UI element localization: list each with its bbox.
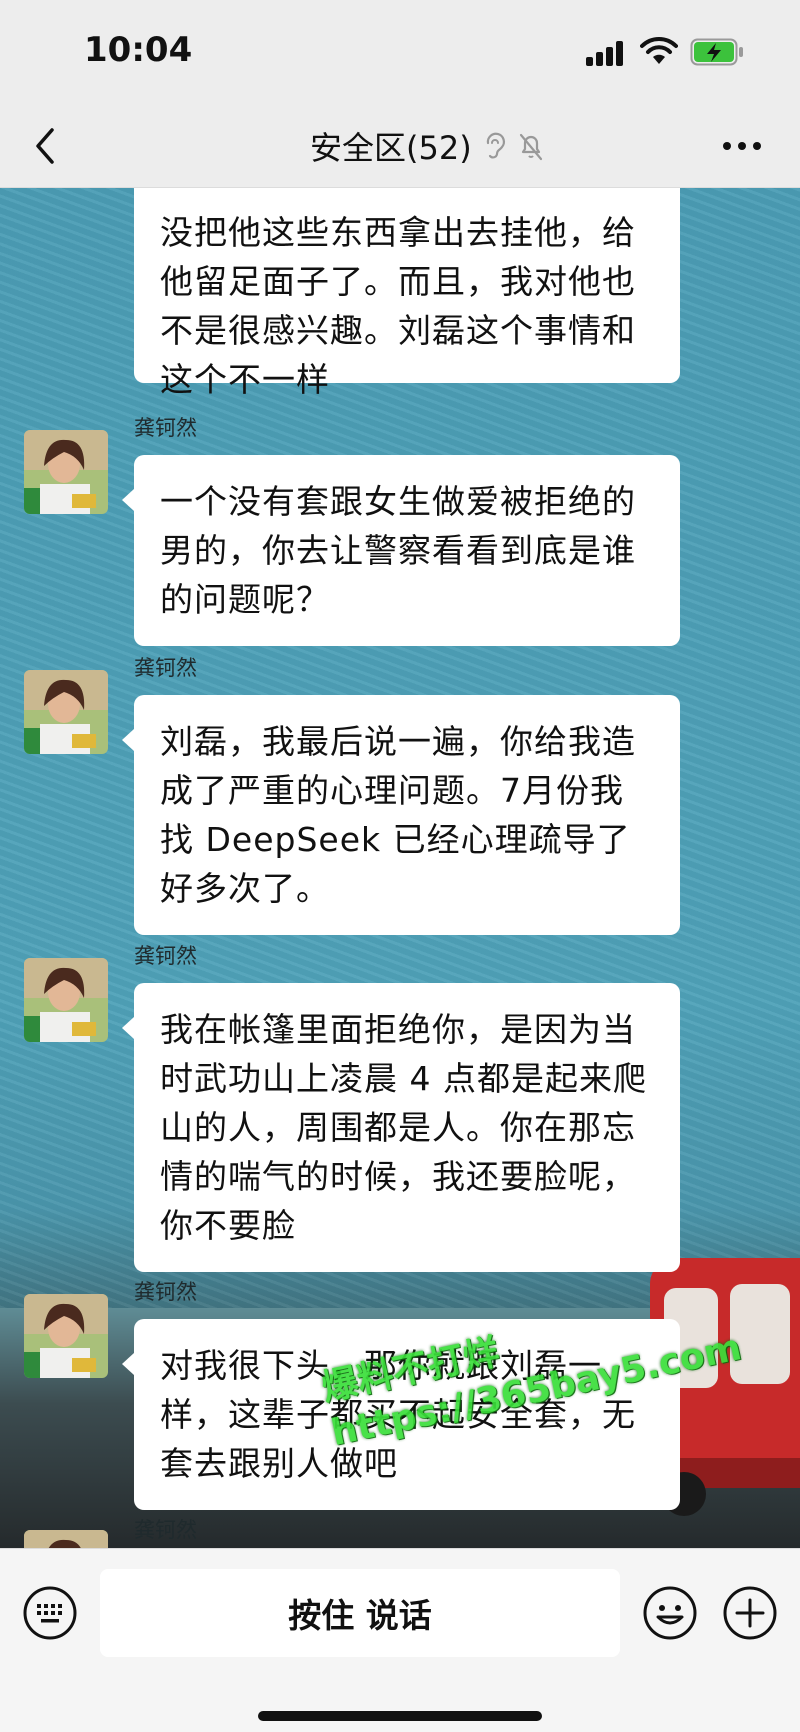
message-bubble[interactable]: 一个没有套跟女生做爱被拒绝的男的，你去让警察看看到底是谁的问题呢？: [122, 455, 680, 646]
sender-name: 龚钶然: [134, 416, 197, 440]
home-indicator[interactable]: [258, 1711, 542, 1721]
ear-icon: [486, 132, 505, 159]
message-bubble[interactable]: 刘磊，我最后说一遍，你给我造成了严重的心理问题。7月份我找 DeepSeek 已…: [122, 695, 680, 935]
message-text: 没把他这些东西拿出去挂他，给他留足面子了。而且，我对他也不是很感兴趣。刘磊这个事…: [160, 213, 636, 399]
sender-name: 龚钶然: [134, 944, 197, 968]
avatar-photo-icon: [24, 430, 108, 514]
mute-bell-icon: [519, 133, 542, 161]
message-bubble[interactable]: 没把他这些东西拿出去挂他，给他留足面子了。而且，我对他也不是很感兴趣。刘磊这个事…: [134, 188, 680, 399]
avatar-photo-icon: [24, 1530, 108, 1548]
chat-title: 安全区(52): [310, 129, 472, 167]
message-text: 我在帐篷里面拒绝你，是因为当时武功山上凌晨 4 点都是起来爬山的人，周围都是人。…: [160, 1010, 647, 1245]
chat-header: 安全区(52): [0, 104, 800, 188]
sender-name: 龚钶然: [134, 656, 197, 680]
chevron-left-icon[interactable]: [30, 124, 60, 168]
avatar[interactable]: [24, 1294, 108, 1378]
avatar[interactable]: [24, 430, 108, 514]
status-bar: 10:04: [0, 0, 800, 104]
wifi-icon: [640, 36, 678, 64]
message-bubble[interactable]: 我在帐篷里面拒绝你，是因为当时武功山上凌晨 4 点都是起来爬山的人，周围都是人。…: [122, 983, 680, 1272]
keyboard-icon[interactable]: [22, 1585, 78, 1641]
avatar[interactable]: [24, 958, 108, 1042]
battery-charging-icon: [690, 38, 743, 66]
avatar-photo-icon: [24, 1294, 108, 1378]
avatar[interactable]: [24, 670, 108, 754]
emoji-icon[interactable]: [642, 1585, 698, 1641]
message-text: 刘磊，我最后说一遍，你给我造成了严重的心理问题。7月份我找 DeepSeek 已…: [160, 722, 636, 908]
sender-name: 龚钶然: [134, 1280, 197, 1304]
cellular-signal-icon: [586, 40, 626, 66]
avatar[interactable]: [24, 1530, 108, 1548]
avatar-photo-icon: [24, 958, 108, 1042]
status-time: 10:04: [84, 30, 193, 70]
plus-icon[interactable]: [722, 1585, 778, 1641]
chat-input-bar: 按住 说话: [0, 1548, 800, 1732]
message-text: 一个没有套跟女生做爱被拒绝的男的，你去让警察看看到底是谁的问题呢？: [160, 482, 636, 619]
more-icon[interactable]: [722, 140, 762, 152]
chat-title-group[interactable]: 安全区(52): [310, 124, 544, 168]
hold-to-talk-button[interactable]: 按住 说话: [100, 1569, 620, 1657]
avatar-photo-icon: [24, 670, 108, 754]
sender-name: 龚钶然: [134, 1518, 197, 1542]
